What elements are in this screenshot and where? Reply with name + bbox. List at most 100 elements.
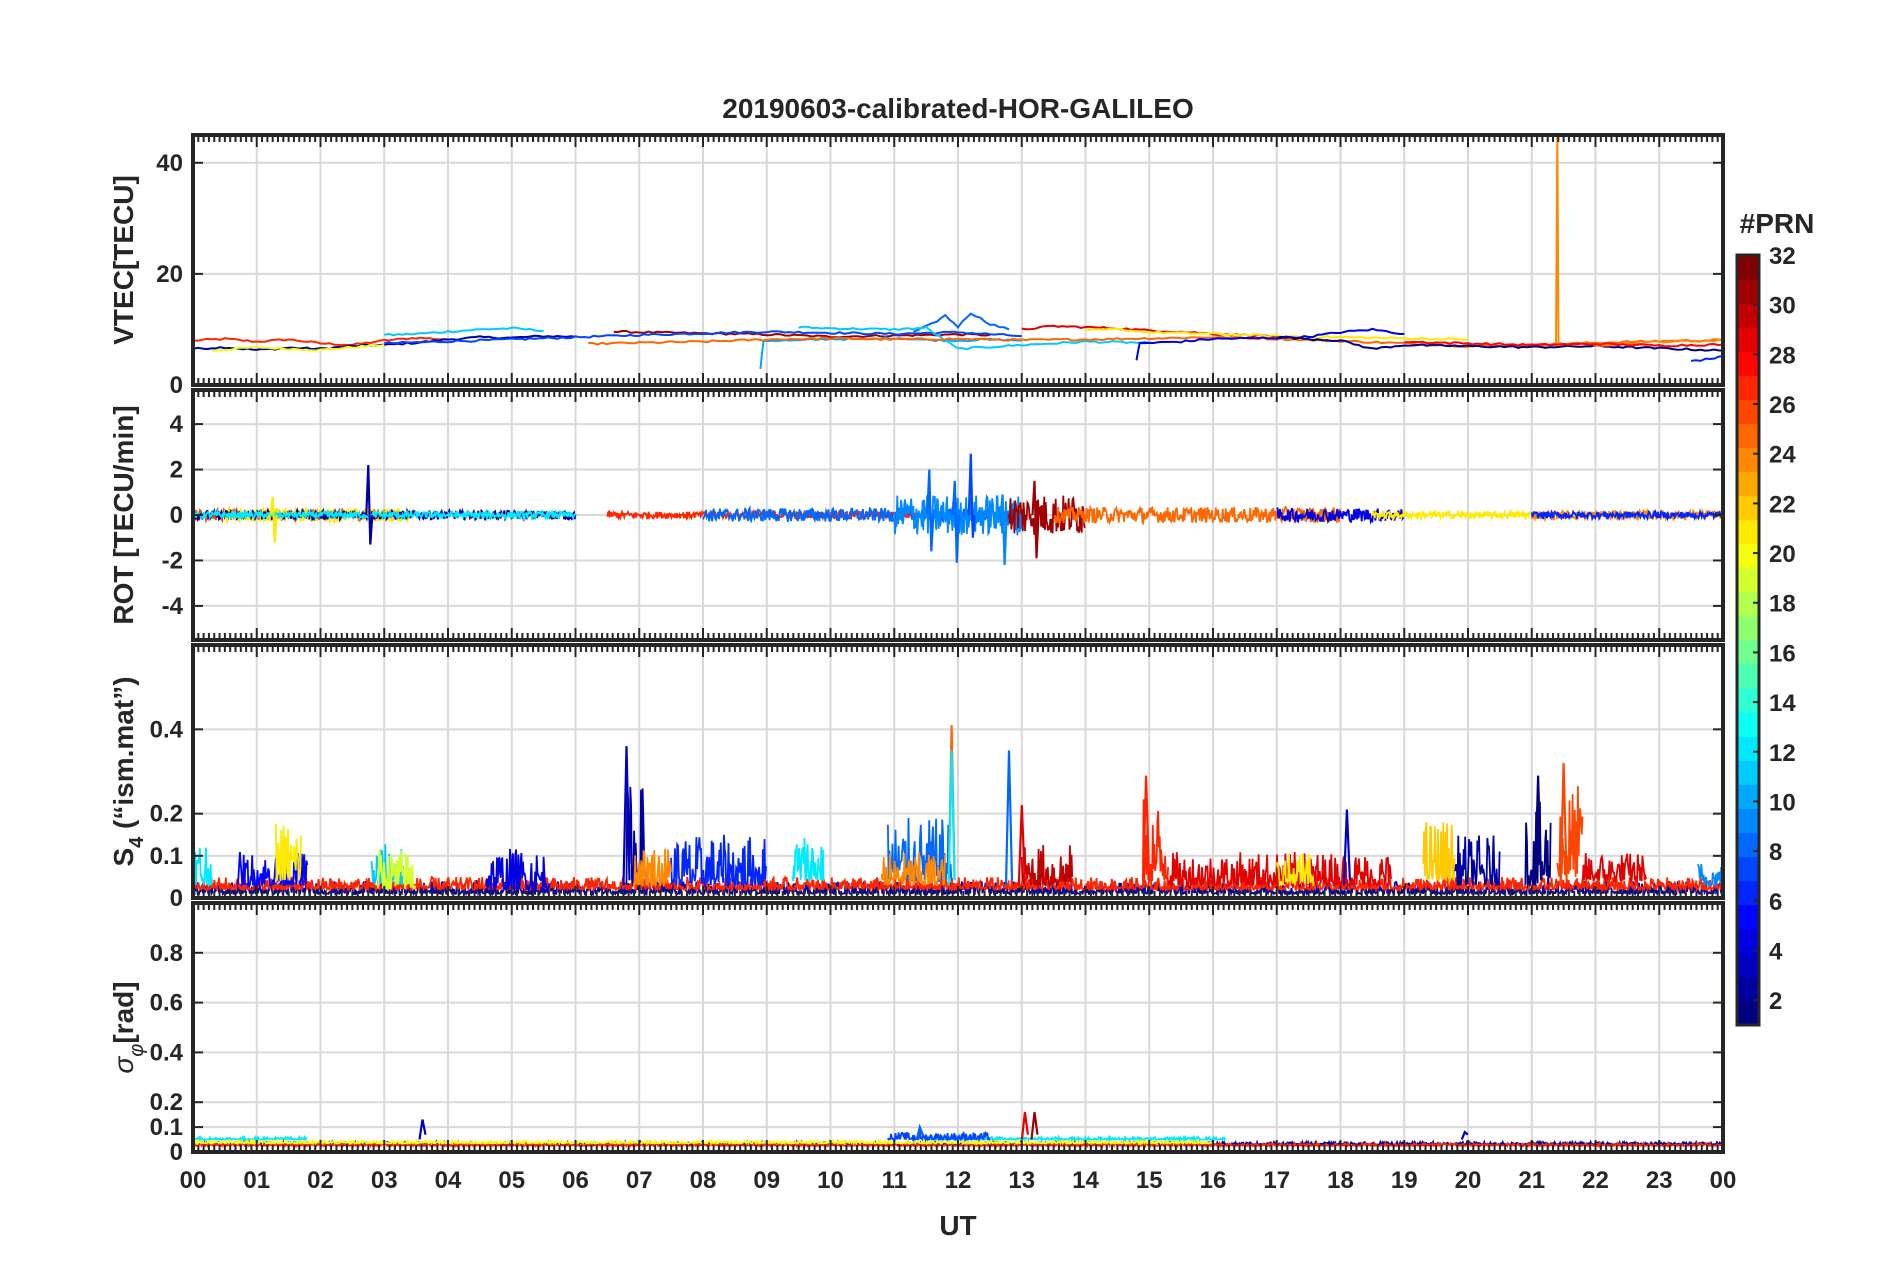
colorbar-tick-label: 22 (1769, 491, 1796, 518)
x-axis-label: UT (939, 1210, 976, 1241)
y-tick-label: 0.2 (150, 1089, 183, 1116)
y-tick-label: 0.2 (150, 801, 183, 828)
x-tick-labels: 00 01 02 03 04 05 06 07 08 09 10 11 12 13 14 15 16 17 18 19… (180, 1167, 1737, 1194)
spike-prn-2 (365, 464, 374, 545)
chart-title: 20190603-calibrated-HOR-GALILEO (722, 93, 1194, 124)
colorbar-tick-label: 30 (1769, 293, 1796, 320)
colorbar-tick-label: 10 (1769, 789, 1796, 816)
y-tick-label: 0.1 (150, 1114, 183, 1141)
colorbar-tick-label: 20 (1769, 541, 1796, 568)
series-prn-10 (759, 336, 1022, 370)
trace-prn-12 (791, 837, 825, 882)
colorbar-segment (1737, 688, 1759, 713)
y-tick-label: 0 (170, 372, 183, 399)
colorbar-tick-label: 24 (1769, 442, 1796, 469)
y-tick-label: 0 (170, 1139, 183, 1166)
colorbar-tick-label: 32 (1769, 243, 1796, 270)
trace-prn-12 (193, 847, 213, 887)
panel-sigma_phi: 00.10.2 0.4 0.6 0.8σφ[rad] (108, 901, 1725, 1166)
x-tick-label: 23 (1646, 1167, 1673, 1194)
colorbar-tick-label: 12 (1769, 740, 1796, 767)
y-axis-label-sigma_phi: σφ[rad] (108, 981, 148, 1073)
trace-prn-22 (1422, 822, 1456, 885)
x-tick-label: 09 (753, 1167, 780, 1194)
colorbar-segment (1737, 543, 1759, 569)
colorbar-tick-label: 26 (1769, 392, 1796, 419)
colorbar-tick-label: 18 (1769, 591, 1796, 618)
x-tick-label: 17 (1263, 1167, 1290, 1194)
x-tick-label: 11 (882, 1167, 907, 1194)
colorbar-segment (1737, 736, 1759, 761)
y-tick-label: 0.4 (150, 716, 184, 743)
colorbar-segment (1737, 664, 1759, 689)
series-prn-11 (384, 326, 544, 337)
y-tick-label: 0.6 (150, 990, 183, 1017)
y-tick-label: -2 (162, 547, 183, 574)
colorbar-segment (1737, 567, 1759, 593)
colorbar-segment (1737, 832, 1759, 858)
spike-prn-31 (1030, 1112, 1039, 1140)
spike-prn-26 (1559, 763, 1568, 886)
colorbar-segment (1737, 279, 1759, 304)
colorbar-tick-label: 4 (1769, 938, 1783, 965)
colorbar-tick-label: 28 (1769, 342, 1796, 369)
y-tick-label: 0 (170, 885, 183, 912)
x-tick-label: 05 (498, 1167, 525, 1194)
x-tick-label: 15 (1136, 1167, 1163, 1194)
colorbar-segment (1737, 808, 1759, 834)
x-tick-label: 13 (1008, 1167, 1035, 1194)
colorbar-tick-label: 16 (1769, 640, 1796, 667)
y-tick-label: 20 (156, 261, 183, 288)
x-tick-label: 10 (817, 1167, 844, 1194)
x-tick-label: 07 (626, 1167, 653, 1194)
x-tick-label: 12 (945, 1167, 972, 1194)
spike-prn-12 (947, 750, 956, 886)
spike-prn-29 (1020, 1112, 1029, 1140)
colorbar-segment (1737, 495, 1759, 521)
colorbar-tick-label: 6 (1769, 889, 1782, 916)
spike-prn-3 (1460, 1130, 1469, 1140)
x-tick-label: 00 (1710, 1167, 1737, 1194)
trace-prn-29 (1581, 853, 1648, 884)
colorbar-segment (1737, 856, 1759, 882)
panel-vtec: 0 20 40 VTEC[TECU] (108, 133, 1725, 399)
colorbar-segment (1737, 375, 1759, 400)
y-tick-label: 0 (170, 502, 183, 529)
spike-prn-7 (967, 453, 976, 538)
series-prn-6 (1690, 355, 1723, 362)
y-tick-label: 0.8 (150, 940, 183, 967)
colorbar-segment (1737, 591, 1759, 617)
x-tick-label: 14 (1072, 1167, 1099, 1194)
x-tick-label: 01 (243, 1167, 270, 1194)
colorbar-segment (1737, 904, 1759, 930)
colorbar-segment (1737, 760, 1759, 785)
colorbar-segment (1737, 423, 1759, 449)
colorbar-title: #PRN (1740, 208, 1815, 239)
y-tick-label: 0.4 (150, 1039, 184, 1066)
panel-s4: 0 0.1 0.2 0.4S4 (“ism.mat”) (108, 643, 1725, 912)
x-tick-label: 03 (371, 1167, 398, 1194)
trace-prn-2 (1454, 835, 1501, 886)
colorbar: 2468101214161820222426283032#PRN (1735, 208, 1815, 1027)
x-tick-label: 20 (1455, 1167, 1482, 1194)
series-prn-24 (1555, 135, 1723, 347)
colorbar-segment (1737, 519, 1759, 545)
panels: 02040VTEC[TECU]-4-2024ROT [TECU/min]00.1… (108, 133, 1737, 1194)
x-tick-label: 02 (307, 1167, 334, 1194)
colorbar-tick-label: 14 (1769, 690, 1796, 717)
spike-prn-3 (418, 1119, 427, 1140)
colorbar-segment (1737, 471, 1759, 497)
colorbar-segment (1737, 615, 1759, 641)
colorbar-segment (1737, 303, 1759, 328)
colorbar-tick-label: 8 (1769, 839, 1782, 866)
colorbar-segment (1737, 712, 1759, 737)
y-tick-label: 40 (156, 150, 183, 177)
y-axis-label-vtec: VTEC[TECU] (108, 175, 139, 345)
y-tick-label: -4 (162, 593, 184, 620)
x-tick-label: 21 (1518, 1167, 1545, 1194)
x-tick-label: 00 (180, 1167, 207, 1194)
trace-prn-7 (887, 1129, 991, 1143)
colorbar-segment (1737, 952, 1759, 978)
x-tick-label: 16 (1200, 1167, 1227, 1194)
colorbar-segment (1737, 327, 1759, 352)
